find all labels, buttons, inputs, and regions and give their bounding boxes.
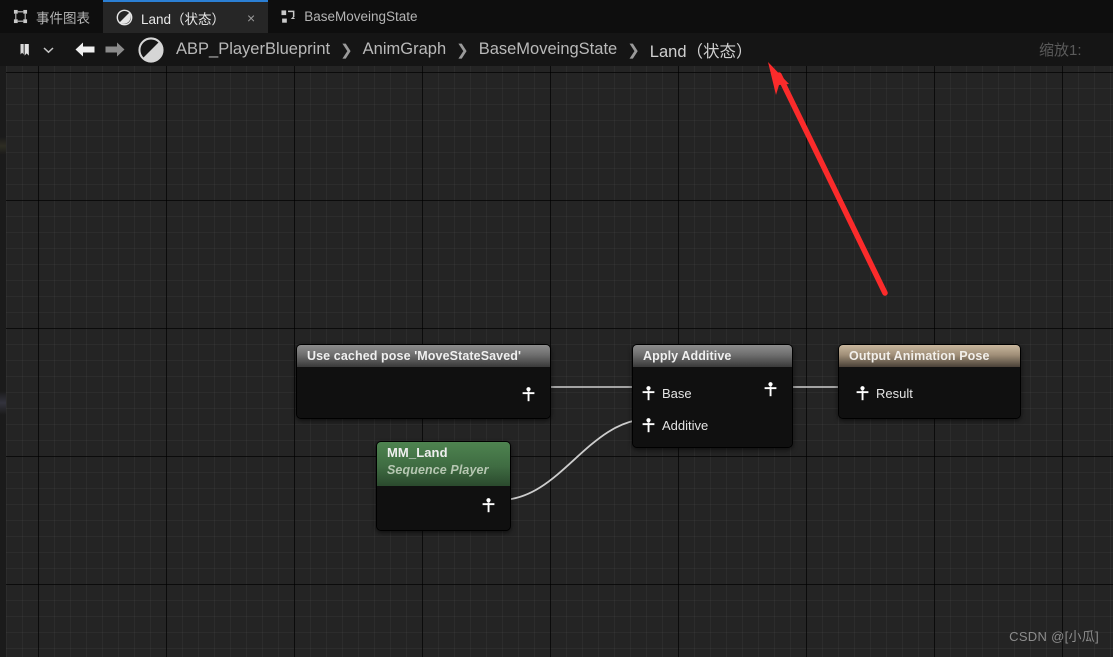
node-header: MM_Land Sequence Player (377, 442, 510, 486)
breadcrumb: ABP_PlayerBlueprint ❯ AnimGraph ❯ BaseMo… (174, 38, 755, 62)
node-apply-additive[interactable]: Apply Additive Base Additive (632, 344, 793, 448)
node-title: Apply Additive (643, 349, 732, 363)
node-header: Apply Additive (633, 345, 792, 367)
wire-mmland-to-additive (499, 418, 649, 501)
node-title: Use cached pose 'MoveStateSaved' (307, 349, 522, 363)
breadcrumb-item-blueprint[interactable]: ABP_PlayerBlueprint (174, 40, 332, 59)
node-body: Base Additive (633, 367, 792, 448)
tab-land-state[interactable]: Land（状态） × (103, 0, 269, 33)
pose-pin-icon[interactable] (522, 386, 535, 402)
bookmark-dropdown-button[interactable] (40, 37, 56, 63)
pose-pin-icon[interactable] (764, 381, 777, 397)
arrow-right-icon (104, 41, 126, 58)
animgraph-canvas[interactable]: Use cached pose 'MoveStateSaved' MM_Land… (0, 66, 1113, 657)
pose-pin-icon[interactable] (642, 385, 655, 401)
pose-pin-icon[interactable] (642, 417, 655, 433)
pin-row-additive[interactable]: Additive (633, 410, 792, 440)
node-body (377, 486, 510, 530)
node-mm-land[interactable]: MM_Land Sequence Player (376, 441, 511, 531)
breadcrumb-separator-icon: ❯ (627, 41, 640, 59)
pin-label-additive: Additive (662, 417, 709, 433)
node-use-cached-pose[interactable]: Use cached pose 'MoveStateSaved' (296, 344, 551, 419)
unreal-animgraph-window: 事件图表 Land（状态） × BaseMoveingState ABP_Pla… (0, 0, 1113, 657)
node-body (297, 367, 550, 418)
pin-row-alpha[interactable]: Alpha 1.0 (633, 441, 792, 448)
pin-row-output-pose[interactable] (513, 383, 544, 405)
state-circle-slash-icon (116, 9, 133, 26)
canvas-left-rail (0, 66, 6, 657)
zoom-level-label: 缩放1: (1039, 42, 1082, 59)
forward-button[interactable] (100, 37, 130, 63)
breadcrumb-separator-icon: ❯ (340, 41, 353, 59)
bookmark-icon (17, 42, 33, 58)
pose-pin-icon[interactable] (482, 497, 495, 513)
chevron-down-icon (42, 46, 54, 54)
event-graph-icon (13, 9, 28, 24)
pin-row-output-pose[interactable] (755, 378, 786, 400)
graph-toolbar: ABP_PlayerBlueprint ❯ AnimGraph ❯ BaseMo… (0, 33, 1113, 66)
tab-label: Land（状态） (141, 11, 226, 27)
breadcrumb-item-animgraph[interactable]: AnimGraph (361, 40, 448, 59)
bookmark-button[interactable] (10, 37, 40, 63)
node-title: MM_Land (387, 445, 448, 460)
pin-row-result[interactable]: Result (847, 378, 922, 408)
tab-close-icon[interactable]: × (247, 11, 255, 25)
watermark-text: CSDN @[小瓜] (1009, 629, 1099, 644)
pose-pin-icon[interactable] (856, 385, 869, 401)
breadcrumb-separator-icon: ❯ (456, 41, 469, 59)
pin-label-result: Result (876, 385, 913, 401)
tab-base-moveing-state[interactable]: BaseMoveingState (268, 0, 430, 33)
back-button[interactable] (70, 37, 100, 63)
breadcrumb-item-current-state[interactable]: Land（状态） (648, 38, 755, 62)
node-title: Output Animation Pose (849, 349, 990, 363)
tab-label: BaseMoveingState (304, 9, 418, 24)
tab-bar: 事件图表 Land（状态） × BaseMoveingState (0, 0, 1113, 33)
breadcrumb-item-state-machine[interactable]: BaseMoveingState (477, 40, 620, 59)
pin-row-output-pose[interactable] (473, 494, 504, 516)
pin-label-base: Base (662, 385, 692, 401)
arrow-left-icon (74, 41, 96, 58)
tab-event-graph[interactable]: 事件图表 (0, 0, 103, 33)
graph-type-icon (138, 36, 164, 63)
state-machine-icon (281, 9, 296, 24)
node-header: Output Animation Pose (839, 345, 1020, 367)
alpha-value-field[interactable]: 1.0 (705, 447, 734, 448)
node-header: Use cached pose 'MoveStateSaved' (297, 345, 550, 367)
tab-label: 事件图表 (36, 10, 90, 26)
node-subtitle: Sequence Player (387, 463, 489, 477)
node-body: Result (839, 367, 1020, 418)
node-output-animation-pose[interactable]: Output Animation Pose Result (838, 344, 1021, 419)
